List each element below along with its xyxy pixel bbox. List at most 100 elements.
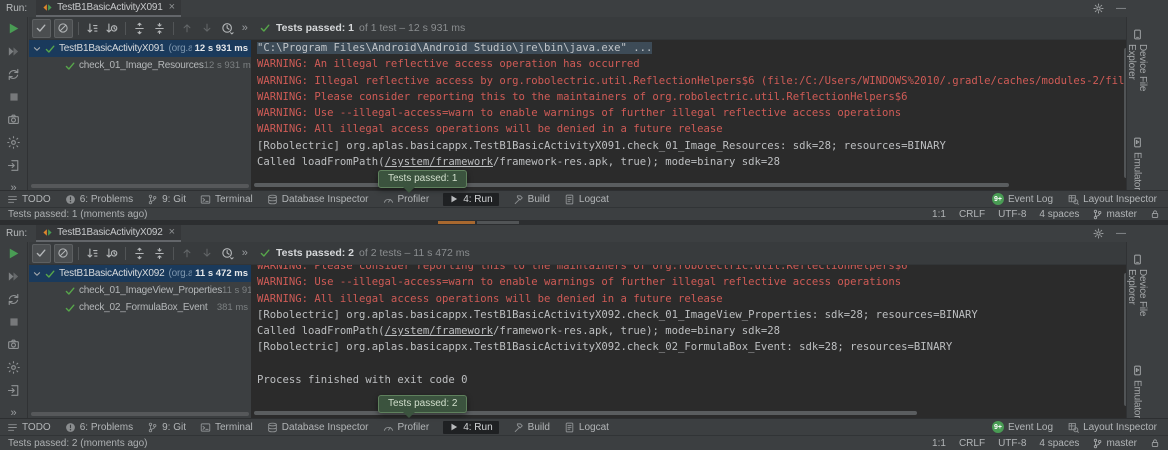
terminal-icon xyxy=(200,194,211,205)
statusbar-problems[interactable]: 6: Problems xyxy=(65,422,133,433)
test-suite-row[interactable]: TestB1BasicActivityX092 (org.aplas.b 11 … xyxy=(29,265,251,282)
emulator-button[interactable]: Emulator xyxy=(1132,365,1143,418)
screen-capture-icon[interactable] xyxy=(7,113,20,126)
chevron-down-icon[interactable] xyxy=(32,44,42,54)
statusbar-build[interactable]: Build xyxy=(513,422,550,433)
line-separator[interactable]: CRLF xyxy=(959,438,985,449)
statusbar-todo[interactable]: TODO xyxy=(7,194,51,205)
statusbar-git[interactable]: 9: Git xyxy=(147,422,186,433)
toggle-auto-test-icon[interactable] xyxy=(7,293,20,306)
line-separator[interactable]: CRLF xyxy=(959,209,985,220)
chevron-down-icon[interactable] xyxy=(32,269,42,279)
hide-icon[interactable]: — xyxy=(1116,3,1126,14)
previous-failed-test-icon[interactable] xyxy=(179,19,196,38)
rerun-icon[interactable] xyxy=(7,247,20,260)
test-case-row[interactable]: check_01_ImageView_Properties 11 s 91 ms xyxy=(29,282,251,299)
show-ignored-icon[interactable] xyxy=(54,244,73,263)
statusbar-logcat[interactable]: Logcat xyxy=(564,422,609,433)
toolbar-separator xyxy=(78,22,79,35)
console-link[interactable]: /system/framework xyxy=(385,325,493,337)
caret-position[interactable]: 1:1 xyxy=(932,209,946,220)
sort-alphabetically-icon[interactable] xyxy=(84,244,101,263)
import-test-results-icon[interactable] xyxy=(7,159,20,172)
import-test-results-icon[interactable] xyxy=(7,384,20,397)
test-history-icon[interactable] xyxy=(219,244,236,263)
sort-by-duration-icon[interactable] xyxy=(104,19,121,38)
tree-hscrollbar[interactable] xyxy=(31,412,249,416)
hide-icon[interactable]: — xyxy=(1116,228,1126,239)
show-passed-icon[interactable] xyxy=(32,244,51,263)
toolbar-overflow-icon[interactable]: » xyxy=(239,19,251,38)
sort-alphabetically-icon[interactable] xyxy=(84,19,101,38)
statusbar-layout-inspector[interactable]: Layout Inspector xyxy=(1068,193,1157,205)
close-icon[interactable]: × xyxy=(169,227,175,238)
stop-icon[interactable] xyxy=(8,316,20,328)
collapse-all-icon[interactable] xyxy=(151,19,168,38)
next-failed-test-icon[interactable] xyxy=(199,19,216,38)
statusbar-event-log[interactable]: 9+Event Log xyxy=(992,193,1053,205)
gear-icon[interactable] xyxy=(1093,3,1104,14)
rerun-icon[interactable] xyxy=(7,22,20,35)
device-file-explorer-button[interactable]: Device File Explorer xyxy=(1126,29,1148,117)
git-branch-widget[interactable]: master xyxy=(1092,438,1137,449)
run-play-icon xyxy=(449,194,459,204)
console-hscrollbar[interactable] xyxy=(254,411,917,415)
statusbar-todo[interactable]: TODO xyxy=(7,422,51,433)
screen-capture-icon[interactable] xyxy=(7,338,20,351)
test-toolbar: » xyxy=(29,19,251,38)
test-case-row[interactable]: check_02_FormulaBox_Event 381 ms xyxy=(29,299,251,316)
statusbar-terminal[interactable]: Terminal xyxy=(200,422,253,433)
git-branch-widget[interactable]: master xyxy=(1092,209,1137,220)
summary-passed-text: Tests passed: 1 xyxy=(276,22,354,34)
console-line: "C:\Program Files\Android\Android Studio… xyxy=(257,40,1129,56)
test-toolbar-row: » Tests passed: 1 of 1 test – 12 s 931 m… xyxy=(29,17,1147,40)
test-settings-icon[interactable] xyxy=(7,136,20,149)
statusbar-logcat[interactable]: Logcat xyxy=(564,194,609,205)
previous-failed-test-icon[interactable] xyxy=(179,244,196,263)
statusbar-profiler[interactable]: Profiler xyxy=(383,194,430,205)
console-line: [Robolectric] org.aplas.basicappx.TestB1… xyxy=(257,339,1129,355)
statusbar-run[interactable]: 4: Run xyxy=(443,421,498,434)
emulator-button[interactable]: Emulator xyxy=(1132,137,1143,190)
console-hscrollbar[interactable] xyxy=(254,183,1009,187)
console-link[interactable]: /system/framework xyxy=(385,156,493,168)
run-tab[interactable]: TestB1BasicActivityX091 × xyxy=(36,0,181,17)
toggle-auto-test-icon[interactable] xyxy=(7,68,20,81)
rerun-failed-tests-icon[interactable] xyxy=(7,45,20,58)
statusbar-run[interactable]: 4: Run xyxy=(443,193,498,206)
run-tab[interactable]: TestB1BasicActivityX092 × xyxy=(36,225,181,242)
toolbar-overflow-icon[interactable]: » xyxy=(239,244,251,263)
caret-position[interactable]: 1:1 xyxy=(932,438,946,449)
expand-all-icon[interactable] xyxy=(131,19,148,38)
test-settings-icon[interactable] xyxy=(7,361,20,374)
statusbar-database-inspector[interactable]: Database Inspector xyxy=(267,422,369,433)
indent-style[interactable]: 4 spaces xyxy=(1039,438,1079,449)
device-file-explorer-button[interactable]: Device File Explorer xyxy=(1126,254,1148,345)
show-ignored-icon[interactable] xyxy=(54,19,73,38)
file-encoding[interactable]: UTF-8 xyxy=(998,438,1026,449)
statusbar-problems[interactable]: 6: Problems xyxy=(65,194,133,205)
file-encoding[interactable]: UTF-8 xyxy=(998,209,1026,220)
statusbar-git[interactable]: 9: Git xyxy=(147,194,186,205)
close-icon[interactable]: × xyxy=(169,2,175,13)
show-passed-icon[interactable] xyxy=(32,19,51,38)
stop-icon[interactable] xyxy=(8,91,20,103)
statusbar-database-inspector[interactable]: Database Inspector xyxy=(267,194,369,205)
rerun-failed-tests-icon[interactable] xyxy=(7,270,20,283)
sort-by-duration-icon[interactable] xyxy=(104,244,121,263)
statusbar-event-log[interactable]: 9+Event Log xyxy=(992,421,1053,433)
test-case-row[interactable]: check_01_Image_Resources 12 s 931 ms xyxy=(29,57,251,74)
statusbar-build[interactable]: Build xyxy=(513,194,550,205)
test-history-icon[interactable] xyxy=(219,19,236,38)
statusbar-layout-inspector[interactable]: Layout Inspector xyxy=(1068,421,1157,433)
gear-icon[interactable] xyxy=(1093,228,1104,239)
statusbar-profiler[interactable]: Profiler xyxy=(383,422,430,433)
statusbar-terminal[interactable]: Terminal xyxy=(200,194,253,205)
expand-all-icon[interactable] xyxy=(131,244,148,263)
next-failed-test-icon[interactable] xyxy=(199,244,216,263)
indent-style[interactable]: 4 spaces xyxy=(1039,209,1079,220)
test-suite-row[interactable]: TestB1BasicActivityX091 (org.aplas.b 12 … xyxy=(29,40,251,57)
tree-hscrollbar[interactable] xyxy=(31,184,249,188)
collapse-all-icon[interactable] xyxy=(151,244,168,263)
console-output[interactable]: "C:\Program Files\Android\Android Studio… xyxy=(251,40,1129,190)
